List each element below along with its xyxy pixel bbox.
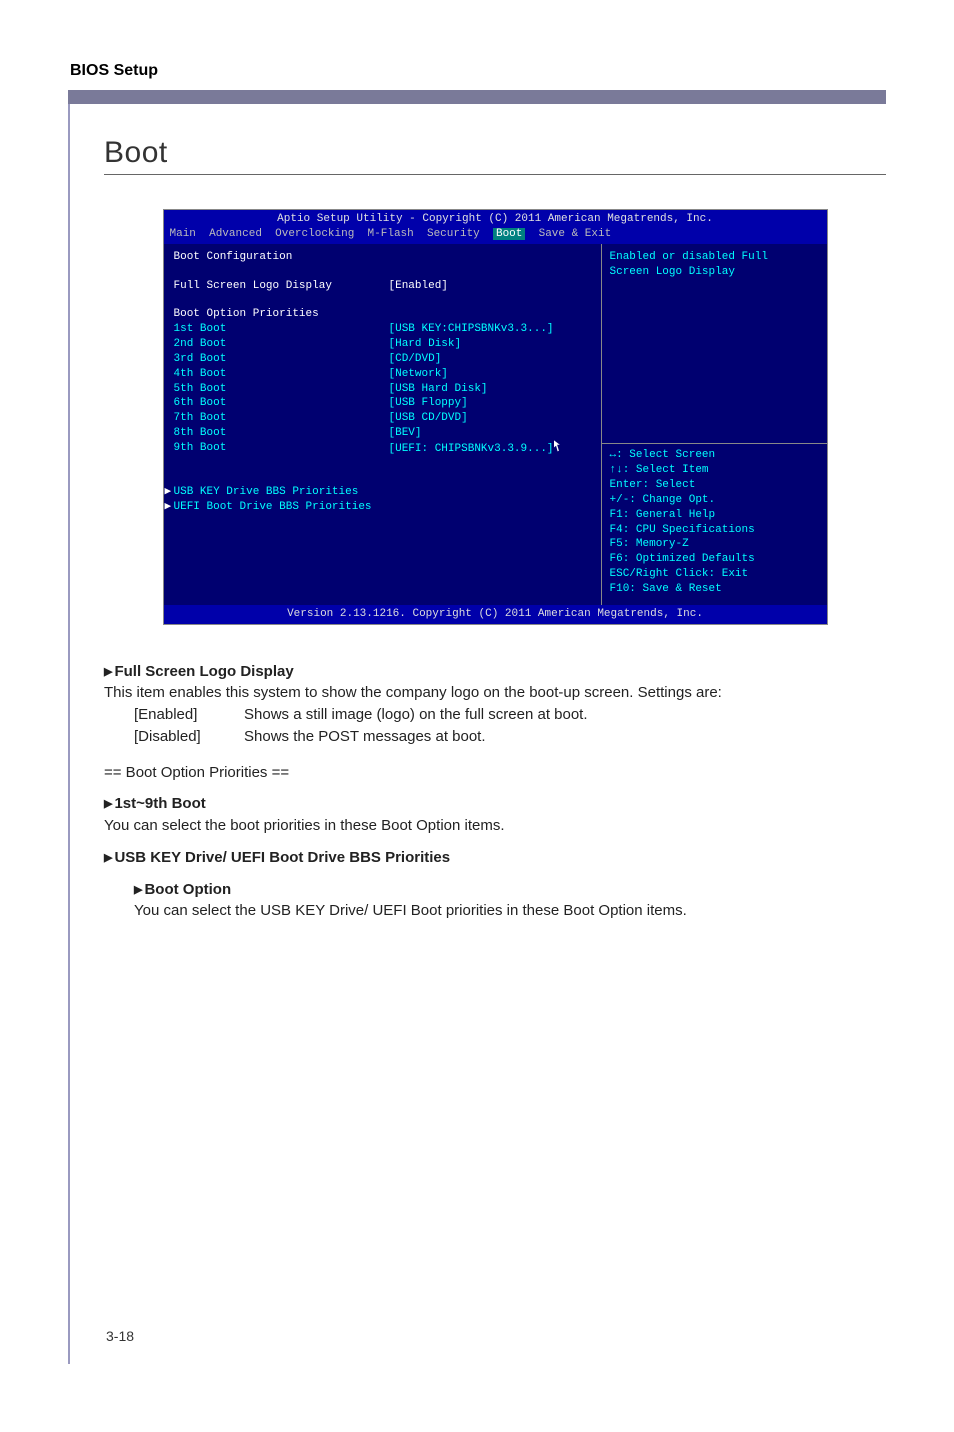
doc-option-value: Shows the POST messages at boot. xyxy=(244,726,486,748)
section-heading: Boot xyxy=(104,136,886,175)
bios-hint: F5: Memory-Z xyxy=(610,537,819,552)
bios-boot-value: [UEFI: CHIPSBNKv3.3.9...] xyxy=(389,441,563,457)
triangle-icon: ▶ xyxy=(165,485,174,500)
doc-paragraph: You can select the USB KEY Drive/ UEFI B… xyxy=(134,900,886,922)
bios-hint: ↑↓: Select Item xyxy=(610,463,819,478)
bios-boot-value: [BEV] xyxy=(389,426,422,441)
bios-menu-item: Overclocking xyxy=(275,228,354,240)
bios-group-title: Boot Option Priorities xyxy=(174,307,593,322)
doc-item-heading: ▶Boot Option xyxy=(134,879,886,901)
bios-hint: Enter: Select xyxy=(610,478,819,493)
doc-item-heading: ▶USB KEY Drive/ UEFI Boot Drive BBS Prio… xyxy=(104,847,886,869)
bios-submenu: ▶UEFI Boot Drive BBS Priorities xyxy=(174,500,593,515)
bios-boot-value: [USB Floppy] xyxy=(389,396,468,411)
doc-item-heading: ▶1st~9th Boot xyxy=(104,793,886,815)
bios-hint: F10: Save & Reset xyxy=(610,582,819,597)
bios-option-label: Full Screen Logo Display xyxy=(174,279,389,294)
bios-left-panel: Boot Configuration Full Screen Logo Disp… xyxy=(164,244,602,605)
bios-boot-label: 1st Boot xyxy=(174,322,389,337)
bios-right-panel: Enabled or disabled Full Screen Logo Dis… xyxy=(602,244,827,605)
bios-option-value: [Enabled] xyxy=(389,279,448,294)
bios-menu-item-selected: Boot xyxy=(493,228,525,240)
triangle-icon: ▶ xyxy=(104,798,114,810)
bios-boot-label: 8th Boot xyxy=(174,426,389,441)
triangle-icon: ▶ xyxy=(104,666,114,678)
bios-boot-value: [CD/DVD] xyxy=(389,352,442,367)
bios-menu-item: Security xyxy=(427,228,480,240)
bios-boot-value: [USB CD/DVD] xyxy=(389,411,468,426)
bios-boot-value: [USB Hard Disk] xyxy=(389,382,488,397)
bios-title: Aptio Setup Utility - Copyright (C) 2011… xyxy=(164,210,827,227)
bios-menu-item: Save & Exit xyxy=(539,228,612,240)
doc-paragraph: This item enables this system to show th… xyxy=(104,682,886,704)
bios-boot-value: [USB KEY:CHIPSBNKv3.3...] xyxy=(389,322,554,337)
bios-boot-label: 4th Boot xyxy=(174,367,389,382)
doc-divider: == Boot Option Priorities == xyxy=(104,762,886,784)
bios-help-text: Screen Logo Display xyxy=(610,265,819,280)
bios-boot-label: 5th Boot xyxy=(174,382,389,397)
bios-help-text: Enabled or disabled Full xyxy=(610,250,819,265)
triangle-icon: ▶ xyxy=(134,884,144,896)
bios-boot-value: [Network] xyxy=(389,367,448,382)
triangle-icon: ▶ xyxy=(165,500,174,515)
doc-option-value: Shows a still image (logo) on the full s… xyxy=(244,704,588,726)
bios-menu-item: Main xyxy=(170,228,196,240)
bios-hint: ESC/Right Click: Exit xyxy=(610,567,819,582)
doc-option-key: [Disabled] xyxy=(134,726,244,748)
bios-boot-label: 9th Boot xyxy=(174,441,389,457)
doc-item-heading: ▶Full Screen Logo Display xyxy=(104,661,886,683)
bios-group-title: Boot Configuration xyxy=(174,250,593,265)
bios-boot-label: 6th Boot xyxy=(174,396,389,411)
bios-hint: F4: CPU Specifications xyxy=(610,523,819,538)
bios-boot-value: [Hard Disk] xyxy=(389,337,462,352)
bios-boot-label: 7th Boot xyxy=(174,411,389,426)
bios-boot-label: 3rd Boot xyxy=(174,352,389,367)
doc-paragraph: You can select the boot priorities in th… xyxy=(104,815,886,837)
triangle-icon: ▶ xyxy=(104,852,114,864)
bios-boot-label: 2nd Boot xyxy=(174,337,389,352)
page-number: 3-18 xyxy=(106,1328,134,1344)
cursor-icon xyxy=(554,440,563,452)
bios-submenu: ▶USB KEY Drive BBS Priorities xyxy=(174,485,593,500)
bios-right-divider xyxy=(602,443,827,444)
bios-screenshot: Aptio Setup Utility - Copyright (C) 2011… xyxy=(163,209,828,625)
bios-menu-item: M-Flash xyxy=(368,228,414,240)
bios-hint: +/-: Change Opt. xyxy=(610,493,819,508)
doc-option-key: [Enabled] xyxy=(134,704,244,726)
page-header: BIOS Setup xyxy=(68,62,886,88)
bios-menu: Main Advanced Overclocking M-Flash Secur… xyxy=(164,227,827,244)
bios-hint: F1: General Help xyxy=(610,508,819,523)
bios-hint: F6: Optimized Defaults xyxy=(610,552,819,567)
header-divider xyxy=(68,90,886,104)
bios-menu-item: Advanced xyxy=(209,228,262,240)
bios-hint: ↔: Select Screen xyxy=(610,448,819,463)
bios-footer: Version 2.13.1216. Copyright (C) 2011 Am… xyxy=(164,605,827,624)
